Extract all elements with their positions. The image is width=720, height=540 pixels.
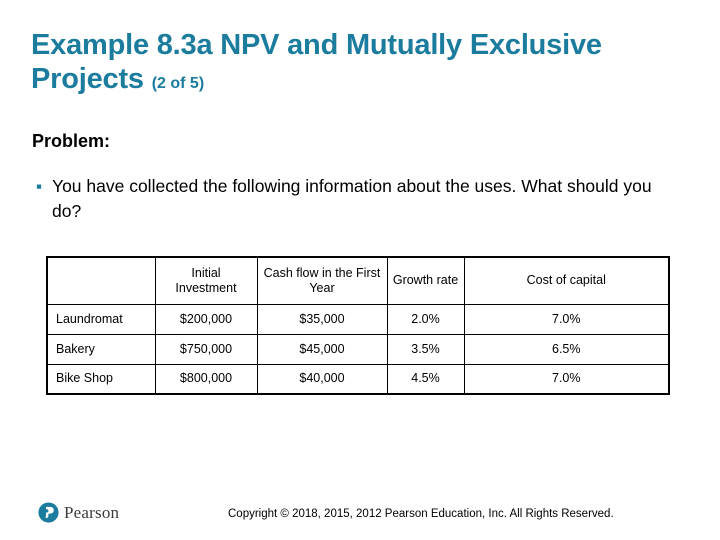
table-cell-project-name: Bakery [46,333,156,365]
projects-table-container: Initial Investment Cash flow in the Firs… [46,256,670,395]
table-header-cell-growth-rate: Growth rate [386,256,465,305]
slide-title-text: Example 8.3a NPV and Mutually Exclusive … [31,29,602,95]
table-header-cell-cash-flow: Cash flow in the First Year [256,256,388,305]
table-cell-cash-flow: $40,000 [256,363,388,395]
table-row: Bakery $750,000 $45,000 3.5% 6.5% [46,333,670,365]
list-item: ▪ You have collected the following infor… [32,174,672,224]
bullet-square-icon: ▪ [36,177,43,196]
table-cell-initial-investment: $800,000 [154,363,258,395]
table-header-cell-blank [46,256,156,305]
table-cell-cost-of-capital: 6.5% [463,333,670,365]
table-cell-growth-rate: 3.5% [386,333,465,365]
table-cell-cost-of-capital: 7.0% [463,303,670,335]
table-row: Laundromat $200,000 $35,000 2.0% 7.0% [46,303,670,335]
table-header-cell-cost-of-capital: Cost of capital [463,256,670,305]
table-cell-initial-investment: $200,000 [154,303,258,335]
table-cell-cash-flow: $35,000 [256,303,388,335]
table-cell-growth-rate: 2.0% [386,303,465,335]
table-row: Bike Shop $800,000 $40,000 4.5% 7.0% [46,363,670,395]
table-header-row: Initial Investment Cash flow in the Firs… [46,256,670,305]
copyright-text: Copyright © 2018, 2015, 2012 Pearson Edu… [228,508,614,520]
pearson-wordmark: Pearson [64,503,120,522]
table-cell-project-name: Bike Shop [46,363,156,395]
bullet-list: ▪ You have collected the following infor… [32,174,672,224]
table-cell-initial-investment: $750,000 [154,333,258,365]
table-header-cell-initial-investment: Initial Investment [154,256,258,305]
slide-footer: Pearson Copyright © 2018, 2015, 2012 Pea… [0,498,720,540]
page-title: Example 8.3a NPV and Mutually Exclusive … [31,28,631,101]
pearson-logo: Pearson [38,502,119,523]
table-cell-growth-rate: 4.5% [386,363,465,395]
table-cell-cost-of-capital: 7.0% [463,363,670,395]
pearson-circle-icon [38,502,59,523]
table-cell-cash-flow: $45,000 [256,333,388,365]
slide-counter: (2 of 5) [151,75,205,92]
bullet-item-text: You have collected the following informa… [52,176,652,221]
projects-table: Initial Investment Cash flow in the Firs… [46,256,670,395]
problem-heading: Problem: [32,131,111,151]
table-cell-project-name: Laundromat [46,303,156,335]
slide-canvas: Example 8.3a NPV and Mutually Exclusive … [0,0,720,540]
slide-title: Example 8.3a NPV and Mutually Exclusive … [31,28,631,101]
